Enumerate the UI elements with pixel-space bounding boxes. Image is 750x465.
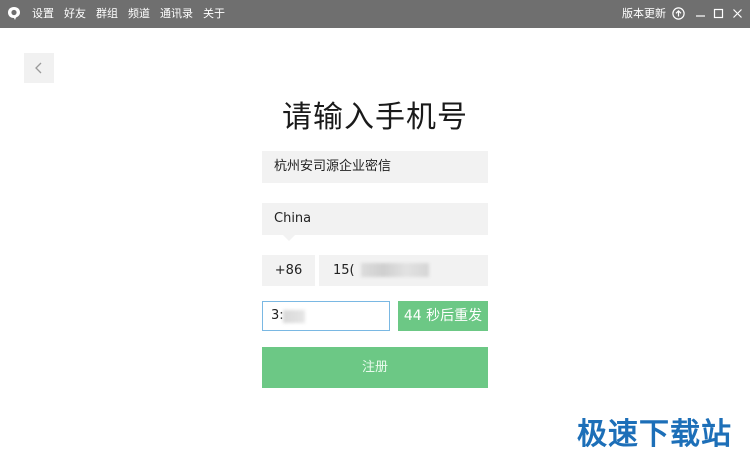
chevron-left-icon	[35, 62, 42, 74]
upload-arrow-icon[interactable]	[672, 7, 685, 20]
verification-code-text: 3:	[271, 308, 284, 323]
country-dropdown-caret	[283, 235, 295, 241]
site-watermark: 极速下载站	[577, 417, 732, 452]
phone-number-input[interactable]: 15(	[319, 255, 488, 286]
menu-settings[interactable]: 设置	[32, 7, 54, 21]
maximize-icon[interactable]	[712, 7, 725, 20]
verification-code-redaction	[283, 310, 305, 323]
minimize-icon[interactable]	[694, 7, 707, 20]
page-title: 请输入手机号	[282, 100, 468, 135]
verification-code-input[interactable]: 3:	[262, 301, 390, 331]
menu-contacts[interactable]: 通讯录	[160, 7, 193, 21]
country-select[interactable]: China	[262, 203, 488, 235]
resend-countdown-button[interactable]: 44 秒后重发	[398, 301, 488, 331]
menu-channels[interactable]: 频道	[128, 7, 150, 21]
version-update-link[interactable]: 版本更新	[622, 7, 666, 21]
register-button[interactable]: 注册	[262, 347, 488, 388]
menu-about[interactable]: 关于	[203, 7, 225, 21]
phone-number-text: 15(	[333, 263, 355, 278]
menu-friends[interactable]: 好友	[64, 7, 86, 21]
app-logo-icon	[8, 7, 20, 20]
close-icon[interactable]	[731, 7, 744, 20]
main-menu: 设置 好友 群组 频道 通讯录 关于	[32, 7, 225, 21]
title-bar: 设置 好友 群组 频道 通讯录 关于 版本更新	[0, 0, 750, 28]
company-field[interactable]: 杭州安司源企业密信	[262, 151, 488, 183]
phone-number-redaction	[361, 263, 429, 277]
menu-groups[interactable]: 群组	[96, 7, 118, 21]
back-button[interactable]	[24, 53, 54, 83]
country-code-field[interactable]: +86	[262, 255, 315, 286]
